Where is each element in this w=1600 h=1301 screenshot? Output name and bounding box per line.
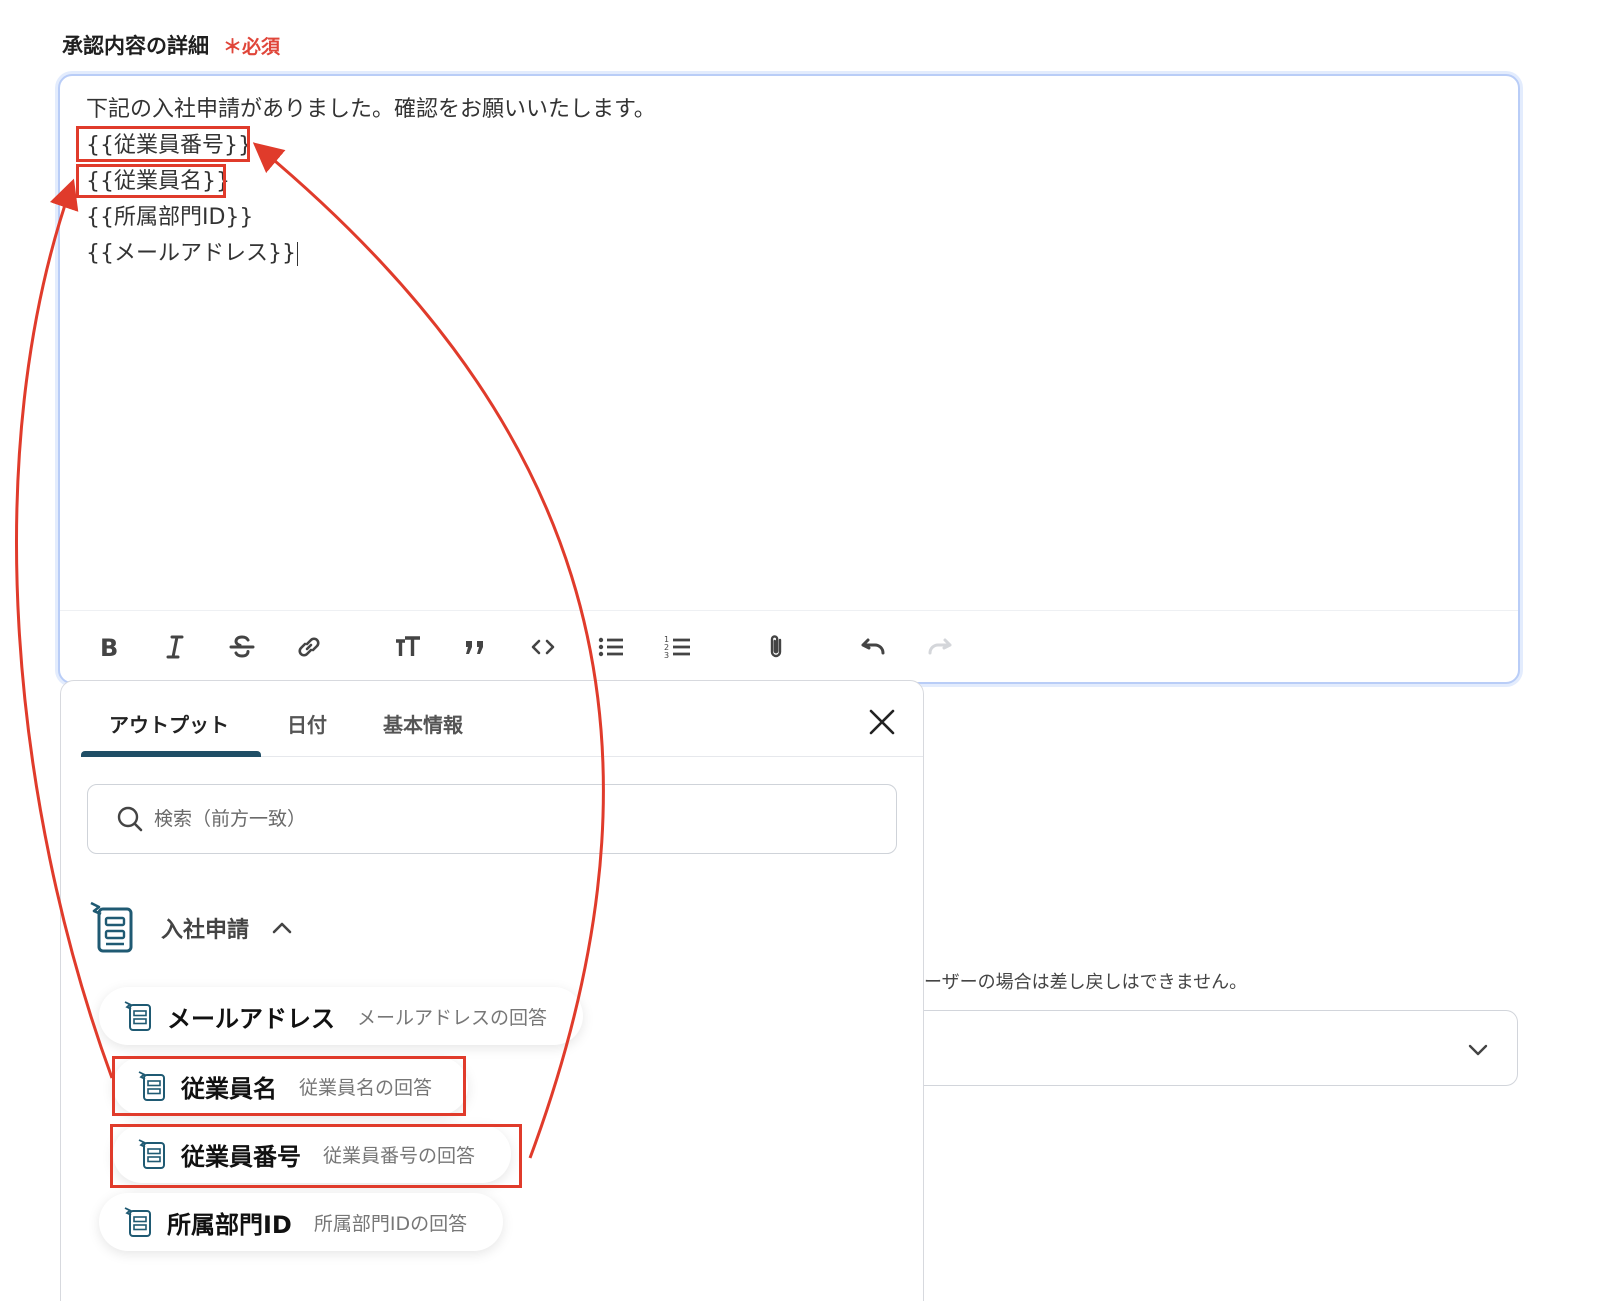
group-header-entry-application[interactable]: 入社申請 <box>89 901 293 955</box>
item-name: 従業員番号 <box>181 1142 301 1171</box>
item-name: 従業員名 <box>181 1074 277 1103</box>
text-caret <box>297 242 298 266</box>
search-input[interactable] <box>154 808 754 830</box>
background-select[interactable] <box>924 1010 1518 1086</box>
link-icon[interactable] <box>291 629 327 665</box>
redo-icon[interactable] <box>922 629 958 665</box>
tab-output[interactable]: アウトプット <box>109 709 229 738</box>
field-label: 承認内容の詳細 ＊必須 <box>62 30 280 60</box>
numbered-list-icon[interactable]: 123 <box>660 629 696 665</box>
svg-text:B: B <box>100 634 118 662</box>
search-icon <box>117 806 143 832</box>
item-description: 従業員名の回答 <box>299 1076 433 1099</box>
editor-toolbar: B 123 <box>60 610 1518 682</box>
editor-content[interactable]: 下記の入社申請がありました。確認をお願いいたします。 {{従業員番号}} {{従… <box>86 92 656 272</box>
output-item-employee-number[interactable]: 従業員番号 従業員番号の回答 <box>113 1125 512 1183</box>
form-field-icon <box>138 1139 165 1169</box>
required-badge: ＊必須 <box>223 36 281 58</box>
chevron-down-icon <box>1468 1044 1488 1056</box>
item-description: メールアドレスの回答 <box>357 1006 548 1029</box>
rich-text-editor[interactable]: 下記の入社申請がありました。確認をお願いいたします。 {{従業員番号}} {{従… <box>58 74 1520 684</box>
quote-icon[interactable] <box>457 629 493 665</box>
tab-basic-info[interactable]: 基本情報 <box>383 709 463 738</box>
bullet-list-icon[interactable] <box>593 629 629 665</box>
chevron-up-icon <box>272 922 292 934</box>
editor-line-employee-number: {{従業員番号}} <box>86 133 252 158</box>
form-trigger-icon <box>90 901 133 953</box>
tab-date[interactable]: 日付 <box>287 709 327 738</box>
undo-icon[interactable] <box>855 629 891 665</box>
active-tab-indicator <box>81 751 261 757</box>
group-title: 入社申請 <box>161 918 250 943</box>
code-icon[interactable] <box>525 629 561 665</box>
editor-line-employee-name: {{従業員名}} <box>86 169 230 194</box>
bold-icon[interactable]: B <box>90 629 126 665</box>
item-name: 所属部門ID <box>167 1210 292 1239</box>
form-field-icon <box>138 1071 165 1101</box>
output-item-email[interactable]: メールアドレス メールアドレスの回答 <box>99 987 584 1045</box>
output-item-department-id[interactable]: 所属部門ID 所属部門IDの回答 <box>99 1193 504 1251</box>
background-note: ーザーの場合は差し戻しはできません。 <box>924 972 1248 993</box>
text-size-icon[interactable] <box>390 629 426 665</box>
form-field-icon <box>124 1001 151 1031</box>
editor-line-email-wrap: {{メールアドレス}} <box>86 236 656 272</box>
field-label-text: 承認内容の詳細 <box>62 34 209 58</box>
form-field-icon <box>124 1207 151 1237</box>
editor-line: 下記の入社申請がありました。確認をお願いいたします。 <box>86 97 656 122</box>
item-description: 従業員番号の回答 <box>323 1144 476 1167</box>
output-item-employee-name[interactable]: 従業員名 従業員名の回答 <box>113 1057 469 1115</box>
item-description: 所属部門IDの回答 <box>313 1212 468 1235</box>
output-picker-panel: アウトプット 日付 基本情報 入社申請 メールアドレス メールアドレスの回答 従… <box>60 680 924 1301</box>
strikethrough-icon[interactable] <box>224 629 260 665</box>
search-box[interactable] <box>87 784 897 854</box>
editor-line-department-id: {{所属部門ID}} <box>86 205 254 230</box>
svg-text:3: 3 <box>664 651 669 660</box>
italic-icon[interactable] <box>157 629 193 665</box>
item-name: メールアドレス <box>167 1004 335 1033</box>
attachment-icon[interactable] <box>758 629 794 665</box>
panel-tabs: アウトプット 日付 基本情報 <box>81 681 923 757</box>
editor-line-email: {{メールアドレス}} <box>86 241 296 266</box>
close-icon[interactable] <box>865 705 899 739</box>
